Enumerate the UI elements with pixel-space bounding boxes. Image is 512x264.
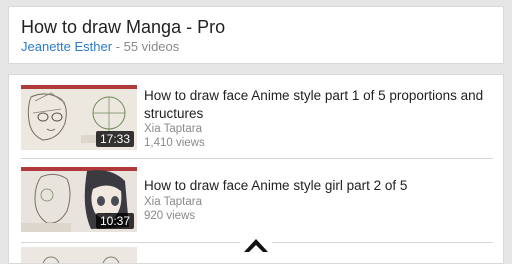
chevron-up-icon [244, 239, 268, 252]
playlist-video-count: - 55 videos [112, 39, 180, 54]
video-title[interactable]: How to draw face Anime style part 1 of 5… [144, 87, 489, 123]
video-views: 1,410 views [144, 137, 205, 149]
playlist-header: How to draw Manga - Pro Jeanette Esther … [8, 6, 504, 64]
video-channel: Xia Taptara [144, 123, 202, 135]
video-views: 920 views [144, 210, 196, 222]
video-thumbnail[interactable]: 17:33 [21, 85, 137, 150]
scroll-to-top-button[interactable] [240, 230, 272, 259]
video-duration: 17:33 [95, 131, 134, 147]
video-thumbnail-image [21, 247, 137, 263]
playlist-title: How to draw Manga - Pro [21, 17, 226, 37]
playlist-author-link[interactable]: Jeanette Esther [21, 39, 112, 54]
video-title[interactable]: How to draw face Anime style girl part 2… [144, 177, 489, 195]
video-thumbnail[interactable]: 10:37 [21, 167, 137, 232]
video-channel: Xia Taptara [144, 196, 202, 208]
video-list-item[interactable]: 17:33 How to draw face Anime style part … [9, 75, 503, 159]
video-thumbnail[interactable] [21, 247, 137, 263]
video-duration: 10:37 [95, 213, 134, 229]
playlist-meta: Jeanette Esther - 55 videos [21, 39, 179, 54]
